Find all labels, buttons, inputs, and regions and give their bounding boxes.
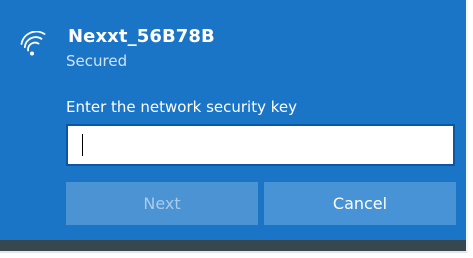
- next-button[interactable]: Next: [66, 182, 258, 225]
- network-status: Secured: [66, 52, 128, 70]
- wifi-icon: [20, 30, 46, 57]
- security-key-input[interactable]: [66, 124, 455, 166]
- network-connect-panel: Nexxt_56B78B Secured Enter the network s…: [0, 0, 466, 240]
- cancel-button[interactable]: Cancel: [264, 182, 456, 225]
- text-cursor: [82, 134, 83, 156]
- network-name: Nexxt_56B78B: [68, 26, 215, 47]
- network-flyout: Nexxt_56B78B Secured Enter the network s…: [0, 0, 468, 253]
- security-key-label: Enter the network security key: [66, 98, 298, 116]
